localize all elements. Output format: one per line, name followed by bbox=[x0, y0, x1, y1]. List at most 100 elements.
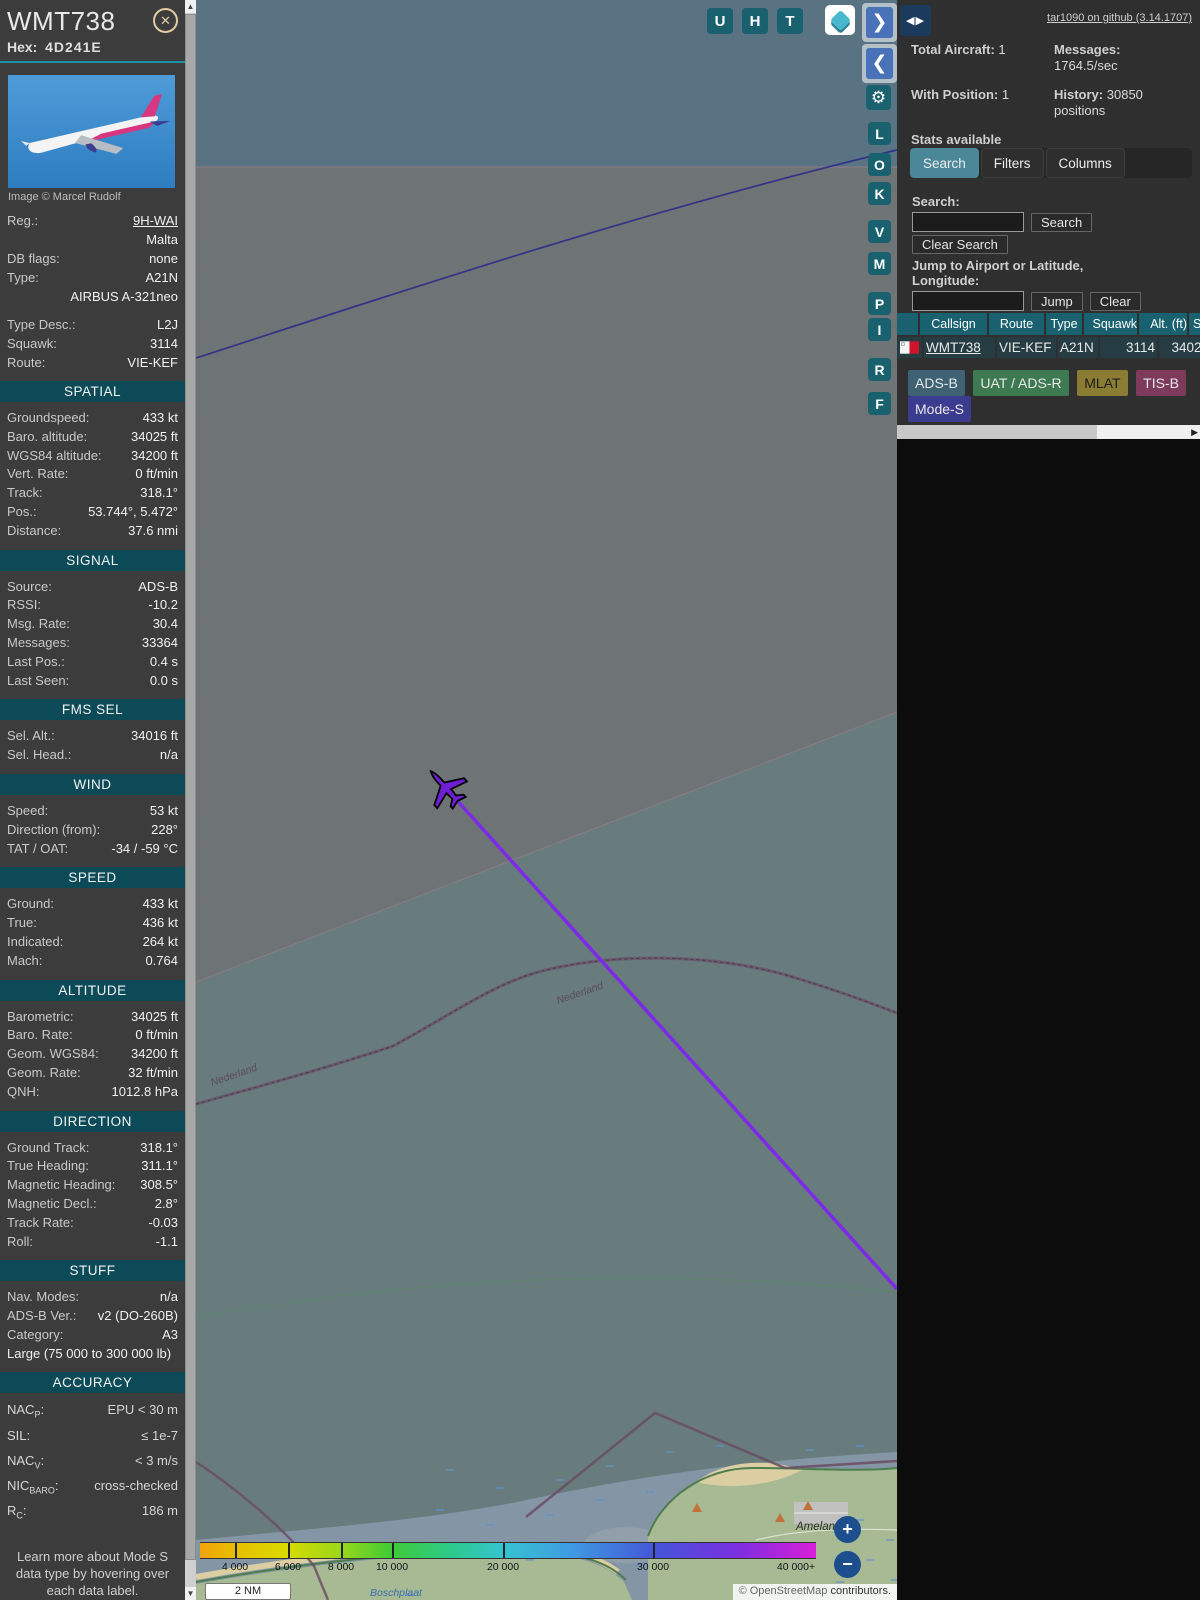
map-button-o[interactable]: O bbox=[868, 153, 891, 176]
data-row: Track Rate: -0.03 bbox=[7, 1214, 178, 1230]
col-alt[interactable]: Alt. (ft) bbox=[1139, 313, 1187, 335]
data-row: Track: 318.1° bbox=[7, 485, 178, 501]
registration-link[interactable]: 9H-WAI bbox=[133, 211, 178, 230]
scroll-up-icon[interactable]: ▲ bbox=[185, 0, 196, 13]
map-button-l[interactable]: L bbox=[868, 122, 891, 145]
map-attribution: © OpenStreetMap contributors. bbox=[732, 1584, 897, 1600]
map-button-m[interactable]: M bbox=[868, 252, 891, 275]
data-row: TAT / OAT: -34 / -59 °C bbox=[7, 840, 178, 856]
callsign-title: WMT738 bbox=[7, 6, 116, 36]
dbflags-row: DB flags: none bbox=[7, 251, 178, 266]
jump-input[interactable] bbox=[912, 291, 1024, 311]
data-row: Direction (from): 228° bbox=[7, 821, 178, 837]
search-input[interactable] bbox=[912, 212, 1024, 232]
alt-tick: 8 000 bbox=[327, 1561, 355, 1573]
clear-search-button[interactable]: Clear Search bbox=[912, 235, 1008, 254]
sidebar-scrollbar[interactable]: ▲ ▼ bbox=[185, 0, 196, 1600]
row-callsign-link[interactable]: WMT738 bbox=[926, 340, 981, 355]
sidebar-section-altitude: ALTITUDE Barometric: 34025 ft Baro. Rate:… bbox=[0, 979, 185, 1102]
data-row: Geom. Rate: 32 ft/min bbox=[7, 1064, 178, 1080]
clear-jump-button[interactable]: Clear bbox=[1089, 291, 1141, 311]
map-button-r[interactable]: R bbox=[868, 358, 891, 381]
col-speed[interactable]: S bbox=[1189, 313, 1200, 335]
hex-code: Hex: 4D241E bbox=[7, 39, 102, 55]
data-row: QNH: 1012.8 hPa bbox=[7, 1083, 178, 1099]
search-button[interactable]: Search bbox=[1031, 212, 1093, 232]
next-aircraft-button[interactable]: ❯ bbox=[866, 7, 893, 38]
scroll-right-icon[interactable]: ▶ bbox=[1191, 425, 1198, 439]
jump-label: Jump to Airport or Latitude, Longitude: bbox=[912, 258, 1084, 288]
data-row: Pos.: 53.744°, 5.472° bbox=[7, 503, 178, 519]
squawk-row: Squawk: 3114 bbox=[7, 336, 178, 351]
typedesc-row: Type Desc.: L2J bbox=[7, 317, 178, 332]
col-route[interactable]: Route bbox=[989, 313, 1044, 335]
data-row: Messages: 33364 bbox=[7, 634, 178, 650]
type-row: Type: A21N bbox=[7, 270, 178, 285]
data-row: RC: 186 m bbox=[7, 1502, 178, 1521]
data-row: Ground Track: 318.1° bbox=[7, 1139, 178, 1155]
panel-collapse-icon[interactable]: ◀▶ bbox=[900, 5, 931, 36]
chip-tisb[interactable]: TIS-B bbox=[1136, 370, 1186, 396]
prev-aircraft-frame: ❮ bbox=[862, 44, 897, 83]
data-row: Msg. Rate: 30.4 bbox=[7, 616, 178, 632]
chip-adsb[interactable]: ADS-B bbox=[908, 370, 965, 396]
map-button-k[interactable]: K bbox=[868, 182, 891, 205]
chip-modes[interactable]: Mode-S bbox=[908, 396, 972, 422]
settings-gear-icon[interactable]: ⚙ bbox=[866, 85, 891, 110]
col-squawk[interactable]: Squawk bbox=[1084, 313, 1137, 335]
jump-button[interactable]: Jump bbox=[1031, 291, 1083, 311]
zoom-in-button[interactable]: + bbox=[834, 1516, 861, 1543]
map-button-t[interactable]: T bbox=[777, 8, 803, 34]
data-row: Category: A3 bbox=[7, 1326, 178, 1342]
col-flag[interactable] bbox=[897, 313, 918, 335]
map-button-i[interactable]: I bbox=[868, 318, 891, 341]
map-button-h[interactable]: H bbox=[742, 8, 768, 34]
layers-button[interactable] bbox=[825, 5, 855, 35]
tab-filters[interactable]: Filters bbox=[980, 148, 1044, 178]
data-row: Nav. Modes: n/a bbox=[7, 1289, 178, 1305]
sidebar-section-fms: FMS SEL Sel. Alt.: 34016 ft Sel. Head.: n/… bbox=[0, 699, 185, 765]
zoom-out-button[interactable]: − bbox=[834, 1551, 861, 1578]
data-row: SIL: ≤ 1e-7 bbox=[7, 1427, 178, 1443]
table-horizontal-scrollbar[interactable]: ▶ bbox=[897, 425, 1200, 439]
prev-aircraft-button[interactable]: ❮ bbox=[866, 48, 893, 79]
chip-mlat[interactable]: MLAT bbox=[1077, 370, 1128, 396]
alt-tick: 10 000 bbox=[375, 1561, 409, 1573]
data-row: Sel. Head.: n/a bbox=[7, 747, 178, 763]
next-aircraft-frame: ❯ bbox=[862, 3, 897, 42]
map-button-p[interactable]: P bbox=[868, 292, 891, 315]
table-header-row: Callsign Route Type Squawk Alt. (ft) S bbox=[897, 313, 1200, 335]
total-aircraft: Total Aircraft: 1 bbox=[911, 42, 1006, 57]
close-icon[interactable]: ✕ bbox=[153, 8, 178, 33]
photo-credit: Image © Marcel Rudolf bbox=[8, 191, 121, 203]
row-alt: 34025 bbox=[1159, 337, 1200, 358]
section-header: SIGNAL bbox=[0, 549, 185, 571]
map-button-u[interactable]: U bbox=[707, 8, 733, 34]
tab-columns[interactable]: Columns bbox=[1045, 148, 1125, 178]
map-button-v[interactable]: V bbox=[868, 220, 891, 243]
map-button-f[interactable]: F bbox=[868, 392, 891, 415]
table-row[interactable]: WMT738 VIE-KEF A21N 3114 34025 bbox=[897, 335, 1200, 358]
data-row: Sel. Alt.: 34016 ft bbox=[7, 728, 178, 744]
scroll-down-icon[interactable]: ▼ bbox=[185, 1587, 196, 1600]
version-link[interactable]: tar1090 on github (3.14.1707) bbox=[1047, 12, 1192, 24]
altitude-color-legend bbox=[200, 1542, 816, 1559]
map-canvas[interactable]: Nederland Nederland Boschplaat Ameland U… bbox=[196, 0, 897, 1600]
section-header: ALTITUDE bbox=[0, 979, 185, 1001]
scrollbar-thumb[interactable] bbox=[185, 14, 196, 1560]
scrollbar-thumb[interactable] bbox=[897, 425, 1097, 439]
tab-search[interactable]: Search bbox=[910, 148, 979, 178]
chip-uat[interactable]: UAT / ADS-R bbox=[973, 370, 1069, 396]
data-row: Last Pos.: 0.4 s bbox=[7, 653, 178, 669]
data-row: NACP: EPU < 30 m bbox=[7, 1402, 178, 1421]
data-row: True Heading: 311.1° bbox=[7, 1158, 178, 1174]
data-row: NICBARO: cross-checked bbox=[7, 1477, 178, 1496]
attribution-link[interactable]: contributors. bbox=[830, 1585, 891, 1597]
col-callsign[interactable]: Callsign bbox=[920, 313, 987, 335]
data-row: Magnetic Decl.: 2.8° bbox=[7, 1195, 178, 1211]
alt-tick: 40 000+ bbox=[776, 1561, 816, 1573]
sidebar-section-wind: WIND Speed: 53 kt Direction (from): 228° T… bbox=[0, 773, 185, 858]
alt-tick: 30 000 bbox=[636, 1561, 670, 1573]
col-type[interactable]: Type bbox=[1046, 313, 1082, 335]
search-label: Search: bbox=[912, 194, 960, 209]
